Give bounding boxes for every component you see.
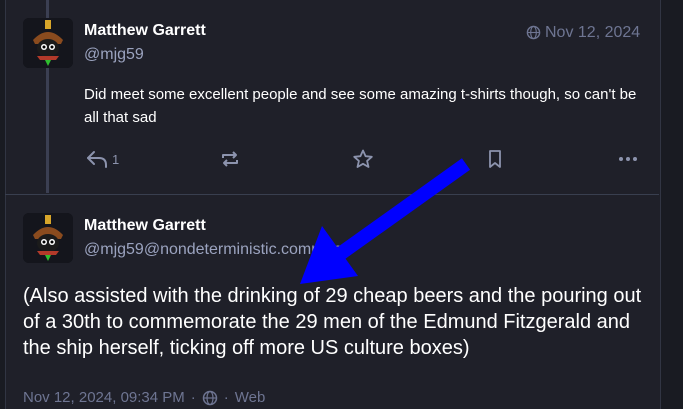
- avatar[interactable]: [23, 18, 73, 68]
- bookmark-button[interactable]: [485, 146, 505, 172]
- globe-icon: [202, 390, 218, 405]
- post-date: Nov 12, 2024: [545, 24, 641, 41]
- post-meta: Nov 12, 2024, 09:34 PM · · Web: [23, 389, 265, 406]
- author-handle[interactable]: @mjg59@nondeterministic.computer: [84, 241, 348, 259]
- avatar[interactable]: [23, 213, 73, 263]
- author-name[interactable]: Matthew Garrett: [84, 217, 206, 235]
- favourite-button[interactable]: [352, 146, 374, 172]
- action-bar: 1: [84, 146, 644, 172]
- boost-button[interactable]: [219, 146, 241, 172]
- meta-separator: ·: [223, 389, 229, 406]
- globe-icon: [526, 25, 541, 40]
- more-button[interactable]: [618, 146, 638, 172]
- reply-count: 1: [112, 151, 120, 167]
- post-divider: [5, 194, 659, 195]
- reply-icon: [87, 151, 107, 168]
- post-content: (Also assisted with the drinking of 29 c…: [23, 285, 642, 359]
- author-handle[interactable]: @mjg59: [84, 46, 144, 64]
- avatar-image: [23, 213, 73, 263]
- meta-separator: ·: [190, 389, 196, 406]
- author-name[interactable]: Matthew Garrett: [84, 22, 206, 40]
- post-application: Web: [234, 389, 266, 406]
- star-icon: [353, 149, 373, 168]
- post-timestamp-link[interactable]: Nov 12, 2024, 09:34 PM: [23, 389, 185, 406]
- avatar-image: [23, 18, 73, 68]
- reply-button[interactable]: 1: [86, 146, 119, 172]
- post-content: Did meet some excellent people and see s…: [84, 86, 637, 126]
- bookmark-icon: [489, 150, 501, 168]
- post-date-link[interactable]: Nov 12, 2024: [526, 24, 640, 42]
- more-icon: [619, 157, 637, 161]
- boost-icon: [222, 151, 238, 167]
